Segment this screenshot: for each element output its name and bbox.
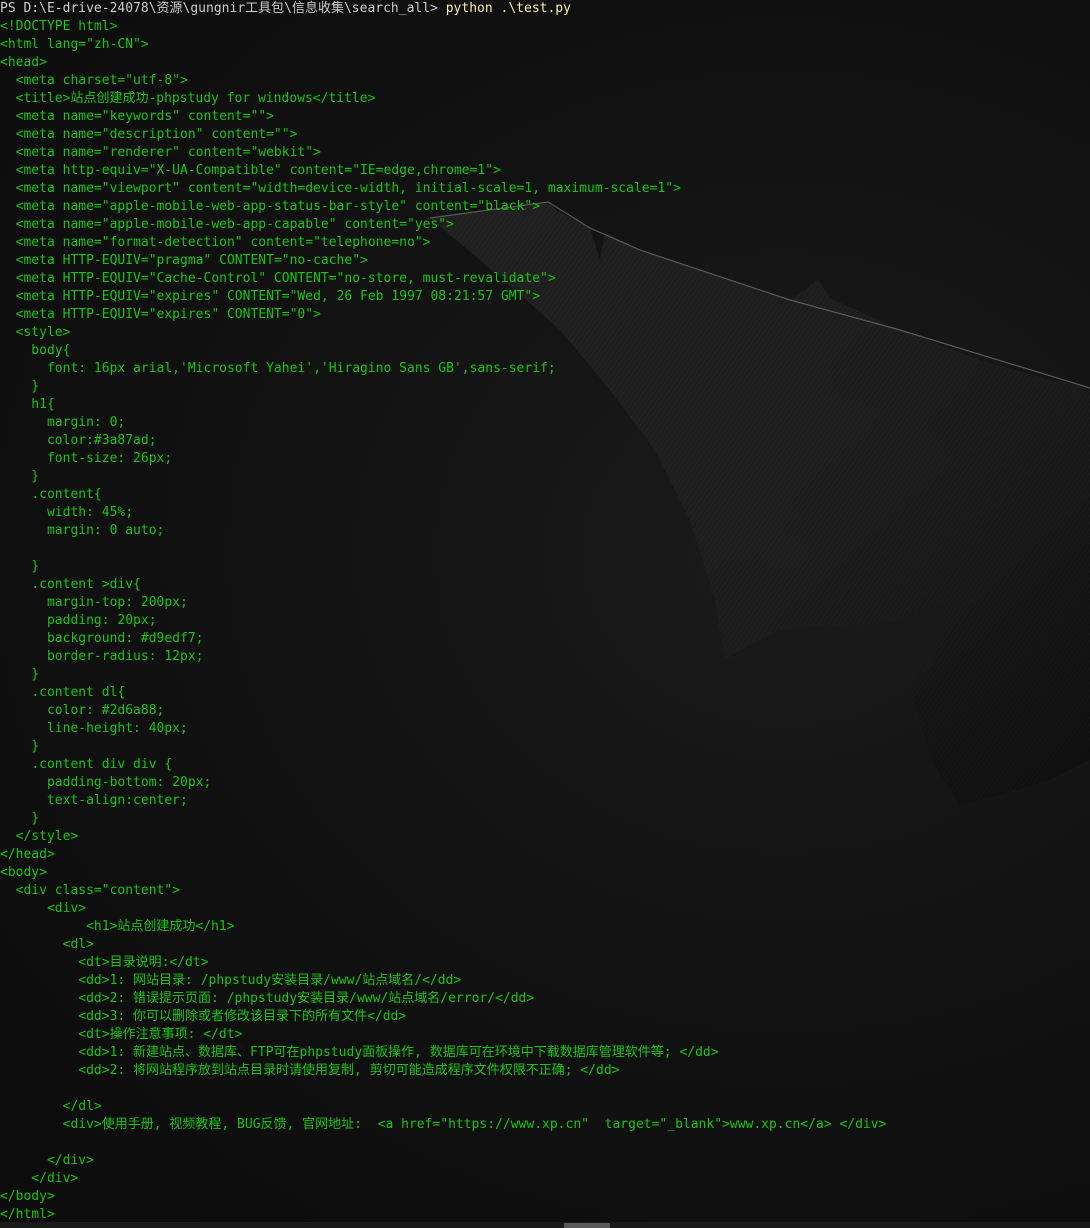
output-line: margin: 0; [0, 415, 126, 430]
output-line: </div> [0, 1171, 79, 1186]
output-line: </div> [0, 1153, 94, 1168]
horizontal-scrollbar[interactable] [0, 1222, 1090, 1228]
output-line: } [0, 811, 40, 826]
output-line: <dd>2: 错误提示页面: /phpstudy安装目录/www/站点域名/er… [0, 991, 535, 1006]
output-line: <title>站点创建成功-phpstudy for windows</titl… [0, 91, 376, 106]
output-line: padding-bottom: 20px; [0, 775, 212, 790]
terminal-output: PS D:\E-drive-24078\资源\gungnir工具包\信息收集\s… [0, 0, 886, 1224]
output-line: h1{ [0, 397, 55, 412]
output-line: padding: 20px; [0, 613, 157, 628]
output-line: margin: 0 auto; [0, 523, 165, 538]
output-line: <meta HTTP-EQUIV="pragma" CONTENT="no-ca… [0, 253, 368, 268]
output-line: border-radius: 12px; [0, 649, 204, 664]
output-line: <meta name="renderer" content="webkit"> [0, 145, 321, 160]
output-line: .content{ [0, 487, 102, 502]
output-line: .content div div { [0, 757, 173, 772]
output-line: <dd>3: 你可以删除或者修改该目录下的所有文件</dd> [0, 1009, 407, 1024]
output-line: </dl> [0, 1099, 102, 1114]
output-line: <meta name="description" content=""> [0, 127, 298, 142]
output-line: text-align:center; [0, 793, 188, 808]
output-line: <body> [0, 865, 47, 880]
output-line: <html lang="zh-CN"> [0, 37, 149, 52]
output-line: .content >div{ [0, 577, 141, 592]
output-line: </body> [0, 1189, 55, 1204]
output-line: </head> [0, 847, 55, 862]
output-line: <meta http-equiv="X-UA-Compatible" conte… [0, 163, 501, 178]
output-line: <!DOCTYPE html> [0, 19, 118, 34]
output-line: <meta name="apple-mobile-web-app-status-… [0, 199, 541, 214]
output-line: color:#3a87ad; [0, 433, 157, 448]
output-line: <dd>1: 网站目录: /phpstudy安装目录/www/站点域名/</dd… [0, 973, 462, 988]
output-line: } [0, 667, 40, 682]
output-line: body{ [0, 343, 71, 358]
output-line: <div class="content"> [0, 883, 181, 898]
output-line: <meta charset="utf-8"> [0, 73, 188, 88]
output-line: margin-top: 200px; [0, 595, 188, 610]
prompt-path: PS D:\E-drive-24078\资源\gungnir工具包\信息收集\s… [0, 1, 438, 16]
output-line: } [0, 559, 40, 574]
output-line: <dd>2: 将网站程序放到站点目录时请使用复制, 剪切可能造成程序文件权限不正… [0, 1063, 620, 1078]
output-line: <style> [0, 325, 71, 340]
output-line: <div> [0, 901, 87, 916]
output-line: font: 16px arial,'Microsoft Yahei','Hira… [0, 361, 556, 376]
output-line: .content dl{ [0, 685, 126, 700]
output-line: } [0, 469, 40, 484]
output-line: <dd>1: 新建站点、数据库、FTP可在phpstudy面板操作, 数据库可在… [0, 1045, 719, 1060]
output-line: } [0, 739, 40, 754]
output-line: <dl> [0, 937, 94, 952]
output-line: color: #2d6a88; [0, 703, 165, 718]
output-line: <dt>目录说明:</dt> [0, 955, 209, 970]
terminal-window[interactable]: PS D:\E-drive-24078\资源\gungnir工具包\信息收集\s… [0, 0, 1090, 1228]
output-line: font-size: 26px; [0, 451, 173, 466]
output-line: </style> [0, 829, 79, 844]
output-line: <meta name="format-detection" content="t… [0, 235, 431, 250]
output-line: <meta name="keywords" content=""> [0, 109, 274, 124]
scrollbar-thumb[interactable] [564, 1223, 610, 1228]
output-line: <meta HTTP-EQUIV="expires" CONTENT="0"> [0, 307, 321, 322]
output-line: <head> [0, 55, 47, 70]
output-line: width: 45%; [0, 505, 134, 520]
output-line: <meta HTTP-EQUIV="expires" CONTENT="Wed,… [0, 289, 541, 304]
prompt-line: PS D:\E-drive-24078\资源\gungnir工具包\信息收集\s… [0, 0, 886, 18]
output-line: line-height: 40px; [0, 721, 188, 736]
output-line: background: #d9edf7; [0, 631, 204, 646]
command-text: python .\test.py [445, 1, 571, 16]
output-line: } [0, 379, 40, 394]
output-line: <dt>操作注意事项: </dt> [0, 1027, 243, 1042]
output-line: <div>使用手册, 视频教程, BUG反馈, 官网地址: <a href="h… [0, 1117, 887, 1132]
output-line: <meta HTTP-EQUIV="Cache-Control" CONTENT… [0, 271, 556, 286]
output-line: <h1>站点创建成功</h1> [0, 919, 235, 934]
output-line: <meta name="apple-mobile-web-app-capable… [0, 217, 454, 232]
output-line: <meta name="viewport" content="width=dev… [0, 181, 681, 196]
